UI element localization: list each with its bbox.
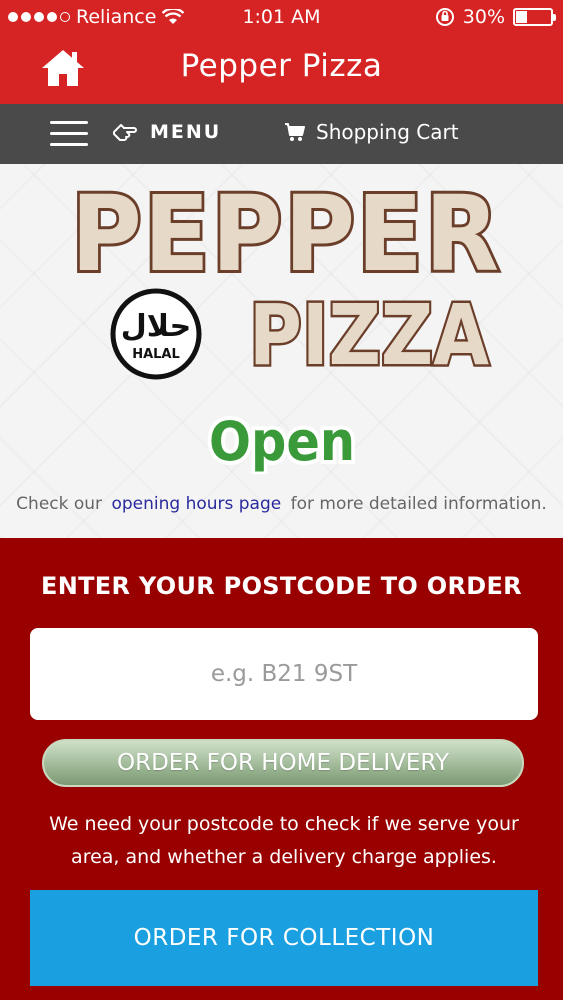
postcode-heading: ENTER YOUR POSTCODE TO ORDER xyxy=(41,572,522,600)
hamburger-icon[interactable] xyxy=(50,121,88,149)
opening-hours-text: Check our opening hours page for more de… xyxy=(0,494,563,514)
postcode-note: We need your postcode to check if we ser… xyxy=(49,813,519,868)
svg-text:حلال: حلال xyxy=(121,309,191,344)
home-delivery-button[interactable]: ORDER FOR HOME DELIVERY xyxy=(42,739,524,787)
battery-icon xyxy=(513,8,556,26)
logo-pepper: PEPPER xyxy=(68,174,502,284)
app-title: Pepper Pizza xyxy=(180,48,383,84)
cart-icon xyxy=(285,123,305,141)
opening-hours-link[interactable]: opening hours page xyxy=(111,494,281,514)
open-status-badge: Open xyxy=(205,406,359,474)
menu-button[interactable]: MENU xyxy=(112,120,221,144)
order-section: ENTER YOUR POSTCODE TO ORDER ORDER FOR H… xyxy=(0,538,563,1000)
svg-text:PIZZA: PIZZA xyxy=(249,286,489,376)
battery-percent: 30% xyxy=(462,6,505,28)
svg-text:HALAL: HALAL xyxy=(132,347,180,362)
battery-fill xyxy=(516,11,527,23)
status-bar: Reliance 1:01 AM 30% xyxy=(0,0,563,36)
hours-suffix: for more detailed information. xyxy=(290,494,547,514)
halal-badge: حلال HALAL xyxy=(110,288,202,380)
logo-pizza: PIZZA xyxy=(247,286,492,376)
svg-text:Open: Open xyxy=(209,410,355,473)
cart-label: Shopping Cart xyxy=(316,120,459,144)
nav-bar: MENU Shopping Cart xyxy=(0,104,563,164)
hero-banner: PEPPER حلال HALAL PIZZA Open Check our o… xyxy=(0,164,563,538)
app-header: Pepper Pizza xyxy=(0,36,563,104)
hours-prefix: Check our xyxy=(16,494,103,514)
menu-label: MENU xyxy=(150,121,222,143)
shopping-cart-button[interactable]: Shopping Cart xyxy=(284,120,459,144)
postcode-input[interactable] xyxy=(30,628,538,720)
collection-button[interactable]: ORDER FOR COLLECTION xyxy=(30,890,538,986)
svg-text:PEPPER: PEPPER xyxy=(71,174,501,284)
battery-group: 30% xyxy=(435,6,556,28)
hand-pointer-icon xyxy=(113,124,137,141)
orientation-lock-icon xyxy=(435,8,454,26)
